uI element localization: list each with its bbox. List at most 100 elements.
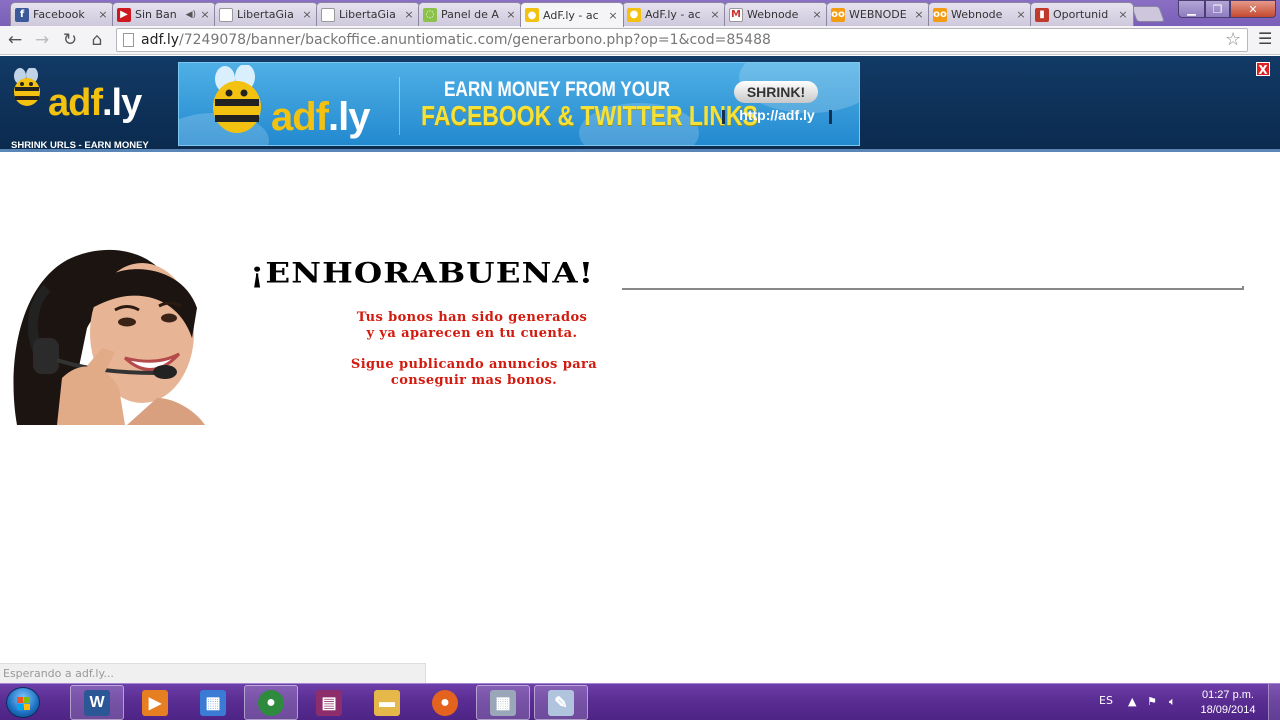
success-message: Tus bonos han sido generados y ya aparec… [300, 310, 644, 342]
tab-title: LibertaGia [339, 8, 396, 21]
address-bar[interactable]: adf.ly/7249078/banner/backoffice.anuntio… [116, 28, 1248, 52]
gmail-icon: M [729, 7, 743, 22]
windows-taskbar: ES ▲ ⚑ 🔈︎ 01:27 p.m. 18/09/2014 W ▶ ▦ ● ▤ ▬ ● ▦… [0, 683, 1280, 720]
browser-tab[interactable]: ● AdF.ly - ac × [520, 2, 624, 27]
support-agent-photo [7, 248, 205, 425]
banner-logo-text: adf.ly [271, 95, 370, 139]
winrar-icon: ▤ [316, 689, 342, 716]
adfly-bee-icon: ● [627, 7, 641, 22]
tab-title: Panel de A [441, 8, 499, 21]
tab-title: Webnode [951, 8, 1003, 21]
taskbar-app-word[interactable]: W [70, 685, 124, 720]
tab-close-icon[interactable]: × [708, 8, 722, 21]
taskbar-app-calculator[interactable]: ▦ [476, 685, 530, 720]
adfly-bee-icon: ● [525, 8, 539, 22]
browser-tab[interactable]: ● AdF.ly - ac × [622, 2, 726, 26]
tab-title: LibertaGia [237, 8, 294, 21]
tab-title: Webnode [747, 8, 799, 21]
encouragement-message: Sigue publicando anuncios para conseguir… [296, 357, 652, 389]
clock-date: 18/09/2014 [1200, 704, 1256, 716]
tab-close-icon[interactable]: × [1014, 8, 1028, 21]
tab-close-icon[interactable]: × [300, 8, 314, 21]
tab-close-icon[interactable]: × [810, 8, 824, 21]
tab-title: AdF.ly - ac [543, 8, 599, 22]
tab-close-icon[interactable]: × [504, 8, 518, 21]
tab-close-icon[interactable]: × [606, 9, 620, 22]
tab-close-icon[interactable]: × [912, 8, 926, 21]
adfly-top-bar: adf.ly SHRINK URLS - EARN MONEY adf.ly E… [0, 56, 1280, 199]
browser-tab-strip: ▁ ❐ ✕ f Facebook × ▶ Sin Ban ◀) × LibertaGia × Li… [0, 0, 1280, 27]
adfly-logo[interactable]: adf.ly SHRINK URLS - EARN MONEY [10, 64, 160, 151]
browser-tab[interactable]: oo Webnode × [928, 2, 1032, 26]
bee-mascot-icon [213, 65, 261, 133]
url-host: adf.ly [141, 32, 180, 48]
taskbar-app-firefox[interactable]: ● [418, 685, 472, 720]
windows-logo-icon [17, 697, 30, 710]
media-player-icon: ▶ [142, 689, 168, 716]
bookmark-icon: ▮ [1035, 7, 1049, 22]
network-icon: ▦ [200, 689, 226, 716]
tab-title: WEBNODE [849, 8, 907, 21]
chrome-icon: ● [258, 689, 284, 716]
taskbar-clock[interactable]: 01:27 p.m. 18/09/2014 [1188, 688, 1268, 718]
browser-tab[interactable]: ▶ Sin Ban ◀) × [112, 2, 216, 26]
start-button[interactable] [6, 687, 40, 718]
close-window-button[interactable]: ✕ [1230, 0, 1276, 18]
tab-title: Sin Ban [135, 8, 177, 21]
browser-tab[interactable]: f Facebook × [10, 2, 114, 26]
logo-text: adf.ly [48, 82, 142, 124]
bee-icon [14, 68, 40, 106]
new-tab-button[interactable] [1131, 6, 1165, 22]
minimize-button[interactable]: ▁ [1178, 0, 1205, 18]
home-icon[interactable]: ⌂ [87, 30, 107, 50]
shrink-button[interactable]: SHRINK! [734, 81, 818, 103]
encouragement-message-line: Sigue publicando anuncios para [350, 357, 598, 372]
browser-tab[interactable]: M Webnode × [724, 2, 828, 26]
language-indicator[interactable]: ES [1099, 694, 1113, 707]
success-message-line: Tus bonos han sido generados [356, 310, 588, 325]
taskbar-app-winrar[interactable]: ▤ [302, 685, 356, 720]
forward-icon[interactable]: → [32, 30, 52, 50]
webnode-icon: oo [831, 7, 845, 22]
browser-tab[interactable]: ▮ Oportunid × [1030, 2, 1134, 26]
show-hidden-icons-icon[interactable]: ▲ [1128, 695, 1136, 708]
browser-toolbar: ← → ↻ ⌂ adf.ly/7249078/banner/backoffice… [0, 26, 1280, 55]
browser-tab[interactable]: ◌ Panel de A × [418, 2, 522, 26]
taskbar-app-explorer[interactable]: ▬ [360, 685, 414, 720]
tab-close-icon[interactable]: × [198, 8, 212, 21]
reload-icon[interactable]: ↻ [60, 30, 80, 50]
browser-tab[interactable]: oo WEBNODE × [826, 2, 930, 26]
word-icon: W [84, 689, 110, 716]
tab-close-icon[interactable]: × [402, 8, 416, 21]
back-icon[interactable]: ← [5, 30, 25, 50]
tab-close-icon[interactable]: × [1116, 8, 1130, 21]
advertise-link[interactable]: ADVERTISE [1200, 188, 1272, 199]
firefox-icon: ● [432, 689, 458, 716]
action-center-flag-icon[interactable]: ⚑ [1147, 695, 1157, 708]
maximize-button[interactable]: ❐ [1205, 0, 1230, 18]
show-desktop-button[interactable] [1268, 684, 1280, 720]
close-ad-button[interactable]: X [1256, 62, 1270, 77]
volume-icon[interactable]: 🔈︎ [1169, 695, 1176, 709]
bookmark-star-icon[interactable]: ☆ [1225, 29, 1241, 50]
banner-headline-1: EARN MONEY FROM YOUR [443, 78, 671, 101]
headline-rule [622, 286, 1244, 290]
browser-tab[interactable]: LibertaGia × [316, 2, 420, 26]
taskbar-app-paint[interactable]: ✎ [534, 685, 588, 720]
browser-tab[interactable]: LibertaGia × [214, 2, 318, 26]
tab-close-icon[interactable]: × [96, 8, 110, 21]
screen: ▁ ❐ ✕ f Facebook × ▶ Sin Ban ◀) × LibertaGia × Li… [0, 0, 1280, 720]
calculator-icon: ▦ [490, 689, 516, 716]
page-icon [219, 7, 233, 22]
url-path: /7249078/banner/backoffice.anuntiomatic.… [179, 32, 771, 48]
audio-playing-icon[interactable]: ◀) [186, 10, 196, 20]
youtube-icon: ▶ [117, 7, 131, 22]
facebook-icon: f [15, 7, 29, 22]
taskbar-app-network[interactable]: ▦ [186, 685, 240, 720]
page-icon [321, 7, 335, 22]
taskbar-app-media[interactable]: ▶ [128, 685, 182, 720]
success-message-line: y ya aparecen en tu cuenta. [366, 326, 578, 341]
taskbar-app-chrome[interactable]: ● [244, 685, 298, 720]
menu-icon[interactable]: ☰ [1258, 29, 1272, 48]
adfly-ad-banner[interactable]: adf.ly EARN MONEY FROM YOUR FACEBOOK & T… [178, 62, 860, 146]
